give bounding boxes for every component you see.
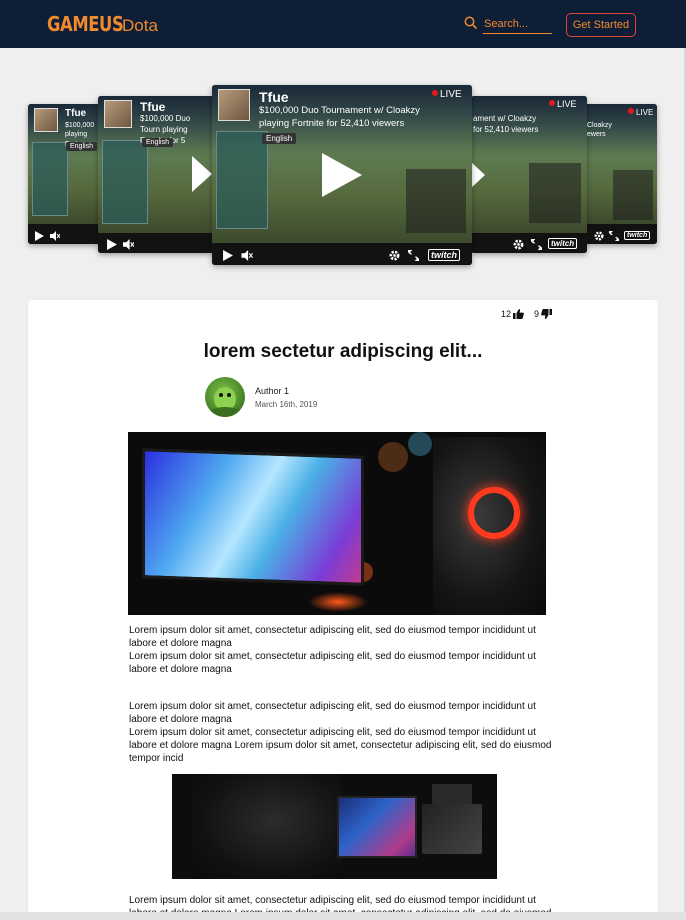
gear-icon[interactable] <box>389 250 400 261</box>
streamer-avatar <box>104 100 132 128</box>
article-card: 12 9 lorem sectetur adipiscing elit... A… <box>28 300 658 915</box>
fullscreen-icon[interactable] <box>408 250 419 261</box>
gear-icon[interactable] <box>513 239 524 250</box>
dislike-count: 9 <box>533 309 539 319</box>
play-icon[interactable] <box>107 239 117 250</box>
article-paragraph: Lorem ipsum dolor sit amet, consectetur … <box>129 701 552 764</box>
twitch-logo[interactable]: twitch <box>548 238 578 249</box>
play-icon[interactable] <box>35 231 44 241</box>
like-count: 12 <box>500 309 511 319</box>
brand-logo[interactable]: GAMEUS <box>47 12 124 36</box>
language-badge: English <box>142 138 173 147</box>
get-started-button[interactable]: Get Started <box>566 13 636 37</box>
stream-description: Cloakzy ewers <box>587 122 612 139</box>
brand-subtitle[interactable]: Dota <box>122 16 158 36</box>
dislike-control[interactable]: 9 <box>534 309 552 319</box>
navbar: GAMEUS Dota Get Started <box>0 0 686 48</box>
publish-date: March 16th, 2019 <box>255 400 318 409</box>
stream-description: $100,000 Duo Tournament w/ Cloakzy playi… <box>259 105 420 129</box>
volume-icon[interactable] <box>241 250 253 261</box>
page-bottom-edge <box>0 912 686 920</box>
language-badge: English <box>66 142 97 151</box>
play-icon[interactable] <box>471 162 485 188</box>
stream-description: ament w/ Cloakzy for 52,410 viewers <box>473 114 539 134</box>
gear-icon[interactable] <box>594 231 604 241</box>
search-icon[interactable] <box>464 16 478 30</box>
search-input[interactable] <box>483 14 552 34</box>
volume-icon[interactable] <box>50 231 60 241</box>
streamer-name: Tfue <box>259 89 289 105</box>
twitch-logo[interactable]: twitch <box>428 249 460 261</box>
stream-player-featured[interactable]: Tfue $100,000 Duo Tournament w/ Cloakzy … <box>212 85 472 265</box>
article-title: lorem sectetur adipiscing elit... <box>203 341 483 362</box>
article-paragraph: Lorem ipsum dolor sit amet, consectetur … <box>129 625 536 675</box>
streamer-name: Tfue <box>140 100 166 114</box>
author-avatar[interactable] <box>205 377 245 417</box>
thumbs-up-icon[interactable] <box>512 309 524 319</box>
stream-player[interactable]: Tfue $100,000 Duo Tourn playing Fortnite… <box>98 96 214 253</box>
hero-image <box>128 432 546 615</box>
volume-icon[interactable] <box>123 239 134 250</box>
stream-player[interactable]: Tfue $100,000 playing Fortn English <box>28 104 100 244</box>
live-indicator: LIVE <box>549 99 577 109</box>
article-image <box>172 774 497 879</box>
live-indicator: LIVE <box>628 108 653 117</box>
stream-player[interactable]: LIVE Cloakzy ewers twitch <box>585 104 657 244</box>
vote-bar: 12 9 <box>501 309 552 319</box>
streamer-avatar <box>218 89 250 121</box>
play-icon[interactable] <box>223 250 233 261</box>
fullscreen-icon[interactable] <box>609 231 619 241</box>
fullscreen-icon[interactable] <box>531 239 542 250</box>
author-name[interactable]: Author 1 <box>255 386 289 396</box>
streamer-avatar <box>34 108 58 132</box>
stream-player[interactable]: LIVE ament w/ Cloakzy for 52,410 viewers… <box>471 96 587 253</box>
play-icon[interactable] <box>320 153 362 197</box>
streamer-name: Tfue <box>65 108 87 119</box>
thumbs-down-icon[interactable] <box>541 309 552 319</box>
twitch-logo[interactable]: twitch <box>624 231 651 240</box>
live-indicator: LIVE <box>432 89 462 100</box>
language-badge: English <box>262 133 297 144</box>
like-control[interactable]: 12 <box>501 309 524 319</box>
play-icon[interactable] <box>192 156 212 192</box>
